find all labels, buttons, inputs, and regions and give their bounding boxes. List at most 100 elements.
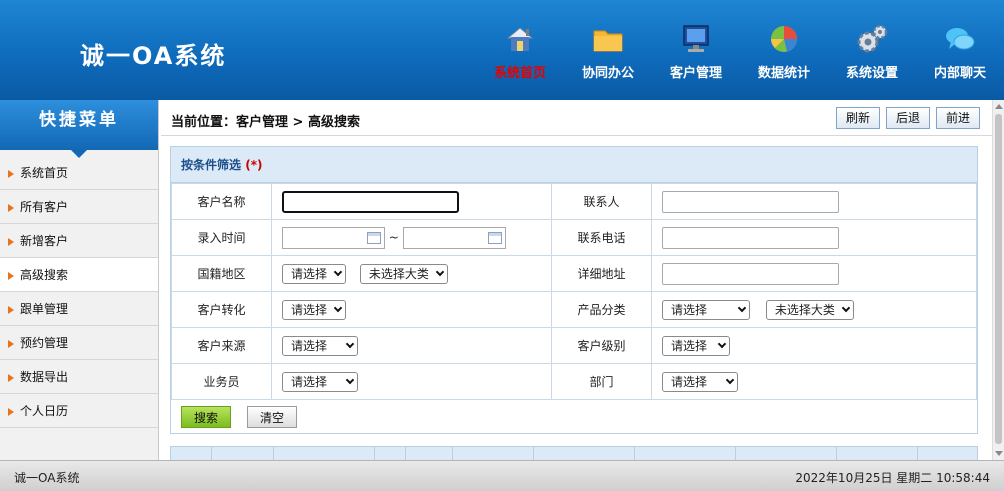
sidebar-list: 系统首页 所有客户 新增客户 高级搜索 跟单管理 预约管理 数据导出 个人日历 — [0, 156, 158, 428]
sidebar-item-calendar[interactable]: 个人日历 — [0, 394, 158, 428]
sidebar-item-appointments[interactable]: 预约管理 — [0, 326, 158, 360]
arrow-icon — [8, 339, 14, 348]
filter-form: 客户名称 联系人 录入时间 ~ 联系电话 国籍地区 请选择 未选择大类 详细地址 — [171, 183, 977, 400]
sidebar-title: 快捷菜单 — [0, 100, 158, 158]
chevron-down-icon — [333, 267, 343, 276]
label-address: 详细地址 — [551, 255, 652, 292]
results-table-header — [170, 446, 978, 460]
sidebar-item-label: 预约管理 — [20, 336, 69, 350]
forward-button[interactable]: 前进 — [935, 107, 980, 129]
date-range-separator: ~ — [388, 230, 399, 244]
address-input[interactable] — [662, 262, 839, 285]
calendar-icon[interactable] — [487, 231, 502, 244]
refresh-button[interactable]: 刷新 — [835, 107, 880, 129]
customer-name-input[interactable] — [282, 190, 459, 213]
sidebar-item-followup[interactable]: 跟单管理 — [0, 292, 158, 326]
arrow-icon — [8, 237, 14, 246]
nav-item-stats[interactable]: 数据统计 — [740, 22, 828, 92]
arrow-icon — [8, 305, 14, 314]
start-date-input[interactable] — [282, 226, 385, 249]
region-major-select[interactable]: 未选择大类 — [359, 263, 448, 284]
top-nav: 系统首页 协同办公 客户管理 数据统计 系统设置 内部聊天 — [476, 22, 1004, 92]
app-title: 诚一OA系统 — [80, 42, 227, 70]
chat-icon — [946, 28, 975, 50]
sidebar-item-home[interactable]: 系统首页 — [0, 156, 158, 190]
sidebar-item-new-customer[interactable]: 新增客户 — [0, 224, 158, 258]
app-header: 诚一OA系统 系统首页 协同办公 客户管理 数据统计 系统设置 内部聊天 — [0, 0, 1004, 100]
arrow-icon — [8, 271, 14, 280]
pie-chart-icon — [771, 26, 797, 52]
product-category-select[interactable]: 请选择 — [662, 299, 750, 320]
nav-label-home: 系统首页 — [493, 66, 546, 81]
label-salesperson: 业务员 — [171, 363, 272, 400]
status-app-name: 诚一OA系统 — [14, 471, 80, 485]
status-bar: 诚一OA系统 2022年10月25日 星期二 10:58:44 — [0, 460, 1004, 491]
sidebar-item-advanced-search[interactable]: 高级搜索 — [0, 258, 158, 292]
arrow-icon — [8, 169, 14, 178]
region-select[interactable]: 请选择 — [282, 263, 346, 284]
sidebar-item-label: 数据导出 — [20, 370, 69, 384]
filter-actions: 搜索 清空 — [171, 400, 977, 434]
sidebar-item-export[interactable]: 数据导出 — [0, 360, 158, 394]
sidebar: 快捷菜单 系统首页 所有客户 新增客户 高级搜索 跟单管理 预约管理 数据导出 … — [0, 100, 159, 460]
back-button[interactable]: 后退 — [885, 107, 930, 129]
clear-button[interactable]: 清空 — [247, 406, 297, 428]
gear-icon — [857, 24, 888, 53]
department-select[interactable]: 请选择 — [662, 371, 738, 392]
chevron-down-icon — [841, 303, 851, 312]
chevron-down-icon — [345, 375, 355, 384]
label-level: 客户级别 — [551, 327, 652, 364]
chevron-down-icon — [345, 339, 355, 348]
search-button[interactable]: 搜索 — [181, 406, 231, 428]
conversion-select[interactable]: 请选择 — [282, 299, 346, 320]
nav-label-customers: 客户管理 — [669, 66, 722, 81]
required-mark: (*) — [245, 158, 263, 172]
nav-item-settings[interactable]: 系统设置 — [828, 22, 916, 92]
arrow-icon — [8, 407, 14, 416]
contact-input[interactable] — [662, 190, 839, 213]
folder-icon — [593, 30, 623, 52]
salesperson-select[interactable]: 请选择 — [282, 371, 358, 392]
label-conversion: 客户转化 — [171, 291, 272, 328]
scroll-down-icon[interactable] — [995, 451, 1003, 456]
sidebar-item-label: 系统首页 — [20, 166, 69, 180]
sidebar-item-label: 个人日历 — [20, 404, 69, 418]
label-region: 国籍地区 — [171, 255, 272, 292]
label-product-category: 产品分类 — [551, 291, 652, 328]
scroll-thumb[interactable] — [995, 114, 1002, 444]
chevron-down-icon — [717, 339, 727, 348]
label-entry-time: 录入时间 — [171, 219, 272, 256]
arrow-icon — [8, 373, 14, 382]
product-major-select[interactable]: 未选择大类 — [765, 299, 854, 320]
level-select[interactable]: 请选择 — [662, 335, 730, 356]
phone-input[interactable] — [662, 226, 839, 249]
source-select[interactable]: 请选择 — [282, 335, 358, 356]
nav-item-home[interactable]: 系统首页 — [476, 22, 564, 92]
label-department: 部门 — [551, 363, 652, 400]
filter-panel: 按条件筛选 (*) 客户名称 联系人 录入时间 ~ 联系电话 国籍地区 请选择 … — [170, 146, 978, 434]
sidebar-item-all-customers[interactable]: 所有客户 — [0, 190, 158, 224]
location-bar: 当前位置：客户管理 > 高级搜索 刷新 后退 前进 — [161, 100, 992, 136]
filter-panel-title: 按条件筛选 (*) — [171, 147, 977, 183]
label-customer-name: 客户名称 — [171, 183, 272, 220]
nav-item-chat[interactable]: 内部聊天 — [916, 22, 1004, 92]
toolbar: 刷新 后退 前进 — [835, 107, 980, 129]
calendar-icon[interactable] — [367, 231, 381, 244]
chevron-down-icon — [737, 303, 747, 312]
label-contact: 联系人 — [551, 183, 652, 220]
status-datetime: 2022年10月25日 星期二 10:58:44 — [795, 471, 990, 485]
sidebar-item-label: 新增客户 — [20, 234, 69, 248]
nav-label-collab: 协同办公 — [581, 66, 634, 81]
scroll-up-icon[interactable] — [995, 104, 1003, 109]
chevron-down-icon — [725, 375, 735, 384]
breadcrumb: 当前位置：客户管理 > 高级搜索 — [171, 115, 360, 130]
chevron-down-icon — [435, 267, 445, 276]
nav-label-chat: 内部聊天 — [933, 66, 986, 81]
end-date-input[interactable] — [402, 226, 506, 249]
nav-label-stats: 数据统计 — [757, 66, 810, 81]
nav-item-customers[interactable]: 客户管理 — [652, 22, 740, 92]
nav-item-collab[interactable]: 协同办公 — [564, 22, 652, 92]
label-phone: 联系电话 — [551, 219, 652, 256]
sidebar-item-label: 跟单管理 — [20, 302, 69, 316]
vertical-scrollbar[interactable] — [992, 100, 1004, 460]
